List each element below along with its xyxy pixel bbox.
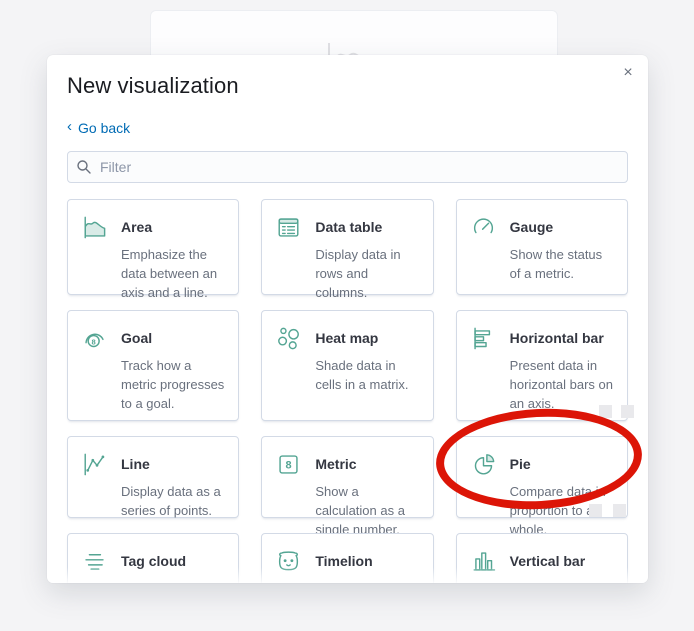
vis-card-description: Show the status of a metric. — [509, 247, 603, 281]
vis-card-horizontal-bar[interactable]: Horizontal bar Present data in horizonta… — [455, 310, 628, 421]
tag-cloud-icon — [81, 547, 108, 575]
vis-card-gauge[interactable]: Gauge Show the status of a metric. — [455, 199, 628, 295]
page-title: New visualization — [67, 73, 239, 98]
heat-map-icon — [275, 324, 302, 352]
vis-card-heat-map[interactable]: Heat map Shade data in cells in a matrix… — [261, 310, 434, 421]
vis-card-title: Gauge — [509, 219, 554, 235]
vis-card-title: Line — [121, 456, 150, 472]
vis-card-description: Track how a metric progresses to a goal. — [121, 358, 225, 411]
svg-text:8: 8 — [286, 460, 292, 472]
close-icon[interactable]: × — [616, 61, 640, 85]
vis-card-pie[interactable]: Pie Compare data in proportion to a whol… — [455, 436, 628, 537]
vis-card-description: Display word frequency with font size. — [121, 580, 226, 583]
vis-card-description: Show a calculation as a single number. — [315, 484, 405, 537]
metric-icon: 8 — [275, 450, 302, 478]
data-table-icon — [275, 213, 302, 241]
go-back-link[interactable]: ‹ Go back — [67, 118, 131, 136]
vis-card-title: Vertical bar — [509, 553, 586, 569]
vis-card-goal[interactable]: 8 Goal Track how a metric progresses to … — [67, 310, 240, 421]
vis-card-title: Data table — [315, 219, 383, 235]
vis-card-title: Area — [121, 219, 153, 235]
vis-card-description: Emphasize the data between an axis and a… — [121, 247, 218, 300]
vis-card-title: Metric — [315, 456, 357, 472]
vis-card-description: Compare data in proportion to a whole. — [509, 484, 606, 537]
vis-card-vertical-bar[interactable]: Vertical bar Present data in vertical ba… — [455, 533, 628, 583]
gauge-icon — [470, 213, 497, 241]
visualization-type-grid: Area Emphasize the data between an axis … — [67, 199, 628, 583]
line-chart-icon — [81, 450, 108, 478]
vis-card-description: Shade data in cells in a matrix. — [315, 358, 409, 392]
vis-card-data-table[interactable]: Data table Display data in rows and colu… — [261, 199, 434, 300]
vis-card-title: Tag cloud — [121, 553, 187, 569]
go-back-label: Go back — [78, 119, 131, 136]
vis-card-title: Heat map — [315, 330, 379, 346]
chevron-left-icon: ‹ — [67, 118, 72, 135]
vis-card-description: Display data as a series of points. — [121, 484, 221, 518]
filter-field — [67, 151, 628, 183]
svg-text:8: 8 — [92, 337, 96, 346]
vis-card-description: Show time series data on a graph. — [315, 580, 420, 583]
vis-card-area[interactable]: Area Emphasize the data between an axis … — [67, 199, 240, 300]
vis-card-title: Timelion — [315, 553, 373, 569]
vis-card-description: Present data in horizontal bars on an ax… — [509, 358, 613, 411]
vis-card-description: Display data in rows and columns. — [315, 247, 401, 300]
new-visualization-modal: × New visualization ‹ Go back Area Empha… — [47, 55, 648, 583]
vis-card-title: Goal — [121, 330, 153, 346]
vis-card-title: Pie — [509, 456, 531, 472]
vis-card-tag-cloud[interactable]: Tag cloud Display word frequency with fo… — [67, 533, 240, 583]
pie-chart-icon — [470, 450, 497, 478]
timelion-icon — [275, 547, 302, 575]
filter-input[interactable] — [67, 151, 628, 183]
area-chart-icon — [81, 213, 108, 241]
vis-card-description: Present data in vertical bars on an axis… — [510, 580, 615, 583]
vis-card-metric[interactable]: 8 Metric Show a calculation as a single … — [261, 436, 434, 537]
horizontal-bar-icon — [470, 324, 497, 352]
vis-card-title: Horizontal bar — [509, 330, 604, 346]
vertical-bar-icon — [470, 547, 497, 575]
goal-icon: 8 — [81, 324, 108, 352]
vis-card-line[interactable]: Line Display data as a series of points. — [67, 436, 240, 518]
vis-card-timelion[interactable]: Timelion Show time series data on a grap… — [261, 533, 434, 583]
